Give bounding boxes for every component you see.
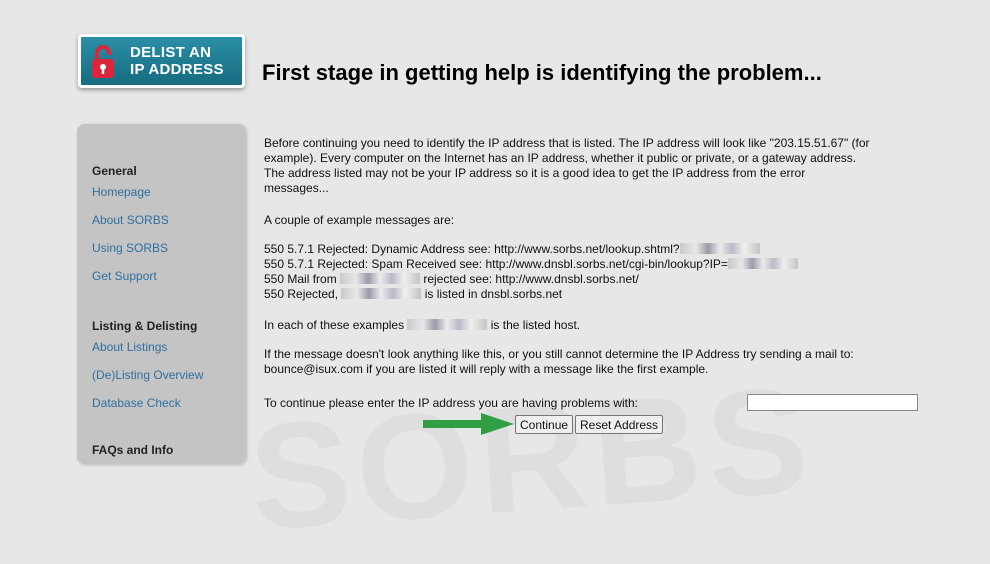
sidebar: General Homepage About SORBS Using SORBS… <box>77 124 246 464</box>
sorbs-watermark: SORBS <box>244 354 819 562</box>
ip-address-input[interactable] <box>747 394 918 411</box>
green-arrow-icon <box>423 413 514 435</box>
sidebar-heading-listing: Listing & Delisting <box>92 319 198 333</box>
listed-host-line: In each of these examples is the listed … <box>264 318 581 332</box>
sidebar-link-about-sorbs[interactable]: About SORBS <box>92 213 169 227</box>
sidebar-link-delisting-overview[interactable]: (De)Listing Overview <box>92 368 203 382</box>
continue-button[interactable]: Continue <box>515 415 574 434</box>
intro-paragraph: Before continuing you need to identify t… <box>264 136 870 195</box>
sidebar-link-get-support[interactable]: Get Support <box>92 269 157 283</box>
example-messages: 550 5.7.1 Rejected: Dynamic Address see:… <box>264 242 940 302</box>
redacted-ip <box>679 243 760 254</box>
sidebar-heading-general: General <box>92 164 137 178</box>
redacted-ip <box>727 258 798 269</box>
sidebar-link-using-sorbs[interactable]: Using SORBS <box>92 241 168 255</box>
delist-ip-logo[interactable]: DELIST AN IP ADDRESS <box>78 34 245 88</box>
redacted-ip <box>407 319 488 330</box>
logo-text: DELIST AN IP ADDRESS <box>130 44 224 78</box>
sidebar-link-homepage[interactable]: Homepage <box>92 185 151 199</box>
reset-address-button[interactable]: Reset Address <box>575 415 664 434</box>
redacted-ip <box>341 288 422 299</box>
sidebar-link-database-check[interactable]: Database Check <box>92 396 181 410</box>
page-title: First stage in getting help is identifyi… <box>262 60 822 85</box>
examples-intro: A couple of example messages are: <box>264 213 455 227</box>
fallback-paragraph: If the message doesn't look anything lik… <box>264 347 854 376</box>
sidebar-link-about-listings[interactable]: About Listings <box>92 340 167 354</box>
sidebar-heading-faqs: FAQs and Info <box>92 443 174 457</box>
unlock-icon <box>92 45 114 78</box>
redacted-ip <box>340 273 421 284</box>
